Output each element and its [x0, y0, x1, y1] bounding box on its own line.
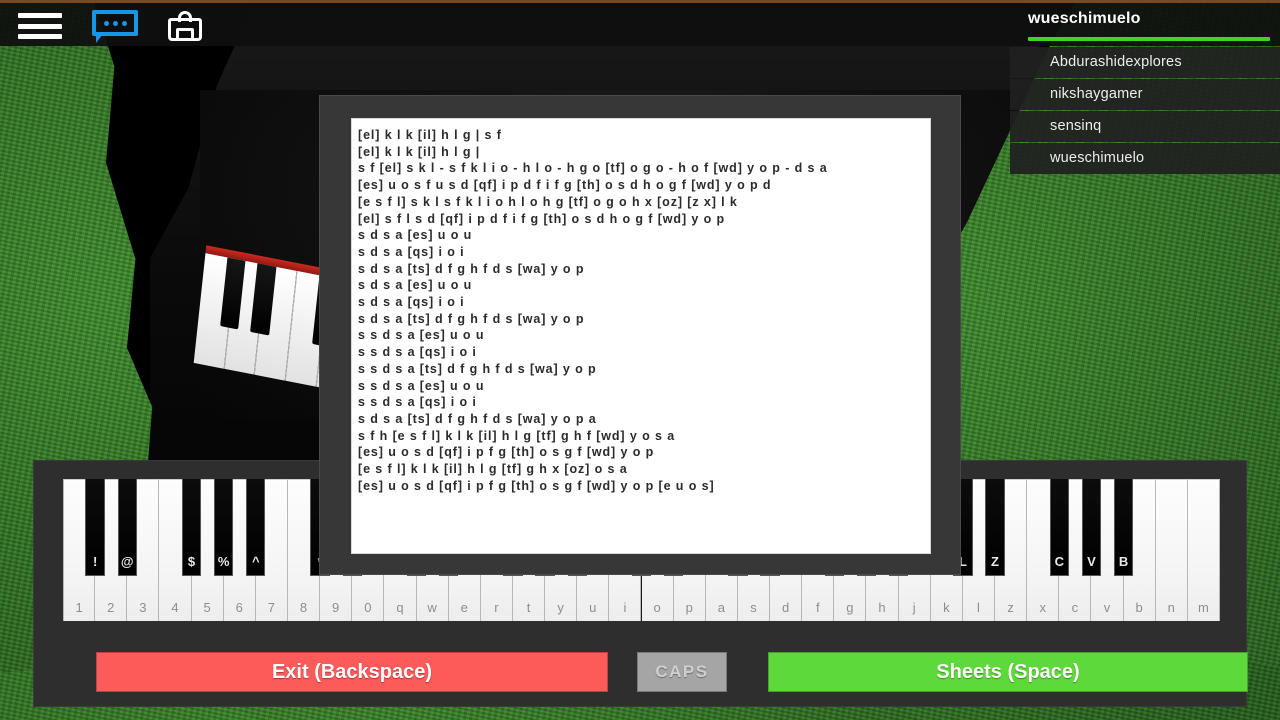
piano-white-key-label: b: [1135, 600, 1143, 615]
piano-black-key[interactable]: ^: [246, 479, 266, 576]
chat-icon[interactable]: [92, 10, 138, 43]
sheet-line: [el] k l k [il] h l g | s f: [358, 128, 502, 142]
piano-black-key[interactable]: @: [117, 479, 137, 576]
piano-white-key-label: p: [685, 600, 693, 615]
player-list-item[interactable]: wueschimuelo: [1010, 143, 1280, 174]
piano-black-key-label: $: [187, 554, 196, 569]
piano-white-key-label: m: [1198, 600, 1209, 615]
piano-white-key-label: y: [557, 600, 564, 615]
sheet-line: [el] s f l s d [qf] i p d f i f g [th] o…: [358, 211, 726, 226]
sheet-line: [el] k l k [il] h l g |: [358, 144, 481, 159]
player-list-rows: Abdurashidexplores nikshaygamer sensinq wue…: [1010, 47, 1280, 174]
caps-button[interactable]: CAPS: [637, 652, 727, 692]
sheet-line: s d s a [ts] d f g h f d s [wa] y o p: [358, 261, 585, 276]
sheet-line: s d s a [ts] d f g h f d s [wa] y o p: [358, 311, 585, 326]
sheets-button[interactable]: Sheets (Space): [768, 652, 1248, 692]
piano-white-key-label: 9: [332, 600, 340, 615]
piano-black-key-label: V: [1087, 554, 1096, 569]
piano-black-key-label: @: [120, 554, 134, 569]
piano-white-key[interactable]: m: [1187, 479, 1220, 621]
piano-white-key-label: 4: [171, 600, 179, 615]
sheet-line: [e s f l] k l k [il] h l g [tf] g h x [o…: [358, 462, 628, 477]
piano-white-key-label: 3: [139, 600, 147, 615]
piano-white-key-label: d: [781, 600, 790, 615]
top-bar-icon-group: [18, 3, 202, 49]
sheet-line: s d s a [ts] d f g h f d s [wa] y o p a: [358, 411, 597, 426]
piano-white-key-label: h: [878, 600, 886, 615]
sheet-line: s d s a [qs] i o i: [358, 244, 465, 259]
player-list-item[interactable]: nikshaygamer: [1010, 79, 1280, 110]
sheet-line: [e s f l] s k l s f k l i o h l o h g [t…: [358, 194, 738, 209]
piano-white-key-label: 5: [203, 600, 211, 615]
piano-white-key-label: k: [943, 600, 950, 615]
sheet-line: s d s a [es] u o u: [358, 278, 473, 293]
piano-white-key-label: f: [815, 600, 820, 615]
piano-white-key-label: i: [623, 600, 627, 615]
piano-white-key-label: l: [976, 600, 980, 615]
sheet-line: s s d s a [qs] i o i: [358, 395, 477, 410]
sheet-line: s s d s a [qs] i o i: [358, 345, 477, 360]
sheet-line: s d s a [qs] i o i: [358, 295, 465, 310]
hamburger-menu-icon[interactable]: [18, 13, 62, 39]
piano-white-key-label: 7: [267, 600, 275, 615]
sheet-line: s s d s a [es] u o u: [358, 378, 485, 393]
player-list-underline: [1028, 37, 1270, 41]
piano-black-key-label: Z: [991, 554, 999, 569]
music-sheet-dialog: [el] k l k [il] h l g | s f [el] k l k [i…: [319, 95, 961, 575]
music-sheet-paper[interactable]: [el] k l k [il] h l g | s f [el] k l k [i…: [351, 118, 931, 554]
piano-white-key-label: 8: [299, 600, 308, 615]
sheet-line: s s d s a [es] u o u: [358, 328, 485, 343]
piano-white-key-label: z: [1007, 600, 1014, 615]
piano-black-key[interactable]: B: [1113, 479, 1134, 576]
piano-white-key-label: v: [1103, 600, 1111, 615]
sheet-line: [es] u o s d [qf] i p f g [th] o s g f […: [358, 445, 655, 460]
piano-white-key-label: e: [460, 600, 468, 615]
piano-black-key-label: ^: [252, 554, 260, 569]
piano-white-key-label: 1: [75, 600, 83, 615]
piano-white-key-label: u: [589, 600, 597, 615]
sheet-line: s f [el] s k l - s f k l i o - h l o - h…: [358, 161, 828, 176]
piano-white-key-label: j: [912, 600, 916, 615]
piano-black-key[interactable]: C: [1049, 479, 1069, 576]
piano-white-key-label: n: [1167, 600, 1175, 615]
piano-white-key-label: g: [846, 600, 854, 615]
piano-white-key-label: x: [1039, 600, 1046, 615]
piano-white-key-label: w: [427, 600, 437, 615]
piano-white-key-label: a: [717, 600, 725, 615]
piano-white-key-label: c: [1071, 600, 1079, 615]
player-list-header: wueschimuelo: [1010, 0, 1280, 32]
current-player-name: wueschimuelo: [1028, 10, 1141, 27]
piano-black-key[interactable]: %: [214, 479, 234, 576]
piano-white-key-label: t: [526, 600, 531, 615]
player-list-item[interactable]: Abdurashidexplores: [1010, 47, 1280, 78]
player-list: wueschimuelo Abdurashidexplores nikshayga…: [1010, 0, 1280, 175]
sheet-line: s f h [e s f l] k l k [il] h l g [tf] g …: [358, 428, 676, 443]
piano-white-key-label: 6: [235, 600, 243, 615]
piano-white-key-label: 0: [364, 600, 372, 615]
piano-black-key[interactable]: V: [1081, 479, 1102, 576]
piano-white-key-label: s: [750, 600, 757, 615]
exit-button[interactable]: Exit (Backspace): [96, 652, 608, 692]
piano-black-key-label: C: [1054, 554, 1064, 569]
piano-white-key[interactable]: n: [1155, 479, 1188, 621]
sheet-line: [es] u o s d [qf] i p f g [th] o s g f […: [358, 478, 715, 493]
piano-black-key-label: %: [217, 554, 230, 569]
sheet-line: [es] u o s f u s d [qf] i p d f i f g [t…: [358, 178, 772, 193]
player-list-item[interactable]: sensinq: [1010, 111, 1280, 142]
piano-white-key-label: o: [653, 600, 661, 615]
sheet-line: s d s a [es] u o u: [358, 228, 473, 243]
piano-white-key-label: r: [494, 600, 499, 615]
piano-black-key-label: B: [1118, 554, 1129, 569]
piano-black-key[interactable]: !: [85, 479, 105, 576]
piano-white-key-label: q: [396, 600, 404, 615]
piano-black-key[interactable]: $: [181, 479, 202, 576]
piano-action-buttons: Exit (Backspace) CAPS Sheets (Space): [62, 652, 1248, 692]
piano-black-key-label: !: [92, 554, 98, 569]
piano-black-key[interactable]: Z: [985, 479, 1005, 576]
sheet-line: s s d s a [ts] d f g h f d s [wa] y o p: [358, 361, 597, 376]
piano-white-key-label: 2: [107, 600, 115, 615]
backpack-icon[interactable]: [168, 11, 202, 41]
